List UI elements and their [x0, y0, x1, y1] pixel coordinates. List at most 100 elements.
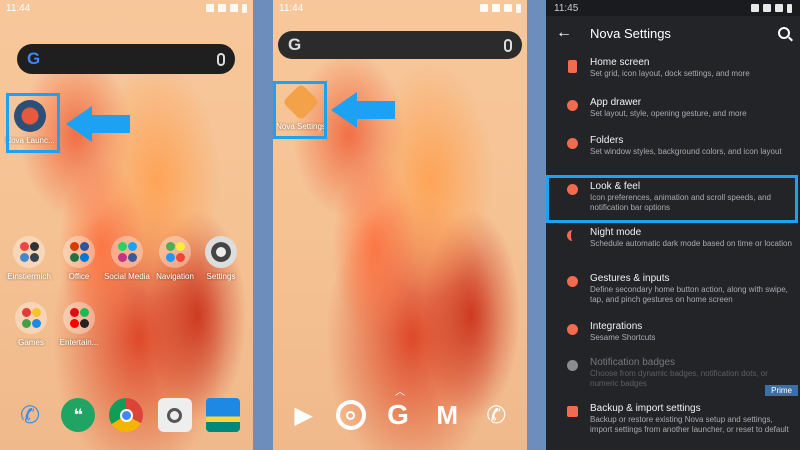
vibrate-icon	[480, 4, 488, 12]
menu-item-desc: Schedule automatic dark mode based on ti…	[590, 239, 792, 248]
mic-icon[interactable]	[217, 52, 225, 66]
status-bar: 11:44	[273, 0, 527, 16]
comparison-stage: 11:44 G Nova Launc... Einstiermich Offic…	[0, 0, 800, 450]
backup-icon	[566, 406, 578, 417]
battery-icon	[787, 3, 792, 13]
folder-entertainment[interactable]: Entertain...	[53, 302, 105, 347]
menu-item-night-mode[interactable]: Night mode Schedule automatic dark mode b…	[546, 222, 800, 268]
settings-app[interactable]: Settings	[195, 236, 247, 281]
google-g-icon: G	[288, 35, 302, 54]
folder-label: Navigation	[156, 272, 194, 281]
google-g-icon: G	[27, 49, 41, 68]
folder-games[interactable]: Games	[5, 302, 57, 347]
menu-item-desc: Define secondary home button action, alo…	[590, 285, 788, 304]
menu-item-gestures-inputs[interactable]: Gestures & inputs Define secondary home b…	[546, 268, 800, 316]
status-time: 11:44	[279, 2, 304, 14]
menu-item-title: App drawer	[590, 97, 642, 108]
google-search-bar[interactable]: G	[17, 44, 235, 74]
wifi-icon	[492, 4, 500, 12]
folders-icon	[566, 138, 578, 149]
status-icons	[206, 3, 247, 13]
status-bar: 11:45	[546, 0, 800, 16]
pointer-arrow	[331, 92, 395, 128]
menu-item-title: Gestures & inputs	[590, 273, 670, 284]
menu-item-title: Notification badges	[590, 357, 676, 368]
folder-icon	[63, 302, 95, 334]
folder-icon	[111, 236, 143, 268]
chrome-icon[interactable]	[335, 400, 366, 430]
folder-office[interactable]: Office	[53, 236, 105, 281]
phone-icon[interactable]: ✆	[479, 398, 513, 432]
folder-icon	[159, 236, 191, 268]
menu-item-app-drawer[interactable]: App drawer Set layout, style, opening ges…	[546, 92, 800, 130]
gestures-icon	[566, 276, 578, 287]
home-screen-icon	[567, 60, 577, 73]
status-icons	[751, 3, 792, 13]
folder-icon	[63, 236, 95, 268]
hangouts-icon[interactable]: ❝	[61, 398, 96, 432]
folder-label: Entertain...	[59, 338, 99, 347]
folder-navigation[interactable]: Navigation	[149, 236, 201, 281]
home-screen-panel-1: 11:44 G Nova Launc... Einstiermich Offic…	[0, 0, 253, 450]
status-time: 11:44	[6, 2, 31, 14]
app-label: Settings	[206, 272, 236, 281]
puzzle-icon	[566, 324, 578, 335]
camera-icon[interactable]	[157, 398, 192, 432]
dock: ▶ G M ✆	[273, 398, 527, 432]
wifi-icon	[218, 4, 226, 12]
google-search-bar[interactable]: G	[278, 31, 522, 59]
vibrate-icon	[751, 4, 759, 12]
back-arrow-icon[interactable]: ←	[556, 24, 590, 42]
status-bar: 11:44	[0, 0, 253, 16]
badge-icon	[566, 360, 578, 371]
wifi-icon	[763, 4, 771, 12]
google-icon[interactable]: G	[381, 398, 415, 432]
menu-item-home-screen[interactable]: Home screen Set grid, icon layout, dock s…	[546, 52, 800, 92]
menu-item-desc: Set layout, style, opening gesture, and …	[590, 109, 747, 118]
menu-item-desc: Sesame Shortcuts	[590, 333, 656, 342]
folder-icon	[13, 236, 45, 268]
dock: ✆ ❝	[0, 398, 253, 432]
gmail-icon[interactable]: M	[430, 398, 464, 432]
menu-item-desc: Set window styles, background colors, an…	[590, 147, 782, 156]
menu-item-desc: Choose from dynamic badges, notification…	[590, 369, 768, 388]
app-drawer-icon	[566, 100, 578, 111]
gallery-icon[interactable]	[205, 398, 240, 432]
menu-item-backup-import[interactable]: Backup & import settings Backup or restor…	[546, 398, 800, 448]
phone-icon[interactable]: ✆	[13, 398, 47, 432]
status-icons	[480, 3, 521, 13]
highlight-box	[273, 81, 327, 139]
play-store-icon[interactable]: ▶	[287, 398, 321, 432]
battery-icon	[242, 3, 247, 13]
pointer-arrow	[66, 106, 130, 142]
menu-item-desc: Set grid, icon layout, dock settings, an…	[590, 69, 750, 78]
menu-item-title: Home screen	[590, 57, 650, 68]
app-drawer-caret-icon[interactable]: ︿	[395, 383, 405, 398]
menu-item-desc: Backup or restore existing Nova setup an…	[590, 415, 789, 434]
folder-einstiermich[interactable]: Einstiermich	[3, 236, 55, 281]
vibrate-icon	[206, 4, 214, 12]
battery-icon	[516, 3, 521, 13]
folder-label: Social Media	[104, 272, 150, 281]
folder-label: Games	[18, 338, 44, 347]
app-bar: ← Nova Settings	[546, 16, 800, 50]
signal-icon	[504, 4, 512, 12]
look-and-feel-highlight	[546, 175, 798, 223]
menu-item-notification-badges[interactable]: Notification badges Choose from dynamic b…	[546, 352, 800, 398]
prime-badge: Prime	[765, 385, 798, 396]
menu-item-integrations[interactable]: Integrations Sesame Shortcuts	[546, 316, 800, 352]
folder-label: Office	[68, 272, 90, 281]
chrome-icon[interactable]	[109, 398, 144, 432]
search-icon[interactable]	[778, 27, 790, 39]
menu-item-title: Folders	[590, 135, 624, 146]
nova-settings-panel: 11:45 ← Nova Settings Home screen Set gri…	[546, 0, 800, 450]
moon-icon	[566, 230, 578, 241]
status-time: 11:45	[554, 2, 579, 14]
settings-menu: Home screen Set grid, icon layout, dock s…	[546, 52, 800, 448]
highlight-box	[6, 93, 60, 153]
menu-item-folders[interactable]: Folders Set window styles, background col…	[546, 130, 800, 176]
menu-item-title: Integrations	[590, 321, 643, 332]
mic-icon[interactable]	[504, 38, 512, 52]
folder-social-media[interactable]: Social Media	[101, 236, 153, 281]
folder-icon	[15, 302, 47, 334]
